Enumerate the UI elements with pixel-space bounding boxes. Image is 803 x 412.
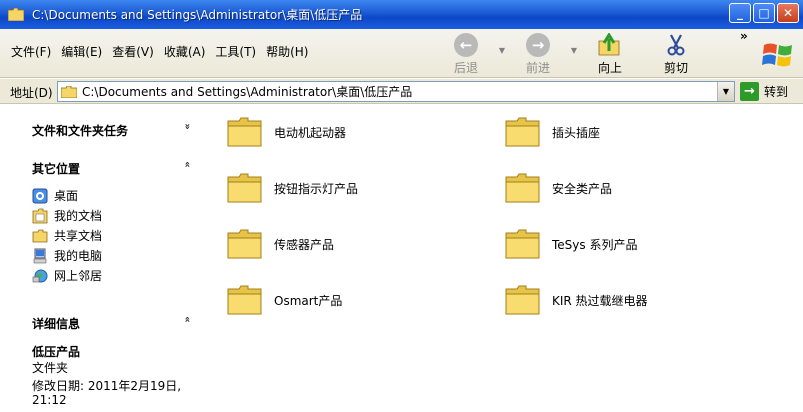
up-button[interactable]: 向上 (582, 29, 638, 78)
details-title: 详细信息 (32, 317, 81, 331)
up-label: 向上 (597, 61, 622, 75)
address-value: C:\Documents and Settings\Administrator\… (82, 85, 413, 99)
minimize-button[interactable]: _ (729, 3, 751, 23)
file-tasks-header[interactable]: 文件和文件夹任务 (32, 122, 128, 139)
back-dropdown[interactable]: ▼ (494, 29, 510, 78)
menu-toolbar-band: 文件(F) 编辑(E) 查看(V) 收藏(A) 工具(T) 帮助(H) ← 后退… (0, 29, 803, 78)
menu-view[interactable]: 查看(V) (107, 41, 159, 62)
folder-icon (505, 117, 540, 147)
folder-item[interactable]: KIR 热过载继电器 (504, 283, 648, 317)
menu-tools[interactable]: 工具(T) (210, 41, 261, 62)
place-label: 桌面 (54, 189, 79, 203)
place-link-shared-documents[interactable]: 共享文档 (32, 227, 102, 244)
folder-icon (227, 229, 262, 259)
title-bar: C:\Documents and Settings\Administrator\… (0, 0, 803, 29)
place-label: 我的电脑 (54, 249, 103, 263)
folder-icon (505, 229, 540, 259)
cut-button[interactable]: 剪切 (648, 29, 704, 78)
folder-item[interactable]: 安全类产品 (504, 171, 612, 205)
file-tasks-title: 文件和文件夹任务 (32, 124, 129, 138)
place-link-network[interactable]: 网上邻居 (32, 267, 102, 284)
folder-label: 插头插座 (552, 125, 601, 140)
folder-icon (505, 173, 540, 203)
folder-label: 安全类产品 (552, 181, 613, 196)
go-arrow-icon: → (740, 82, 759, 101)
folder-item[interactable]: 按钮指示灯产品 (226, 171, 358, 205)
details-modified-time: 21:12 (32, 393, 67, 407)
folder-icon (227, 173, 262, 203)
folder-up-icon (598, 33, 620, 56)
other-places-header[interactable]: 其它位置 (32, 160, 80, 177)
forward-arrow-icon: → (526, 33, 550, 57)
details-type: 文件夹 (32, 361, 69, 375)
folder-item[interactable]: TeSys 系列产品 (504, 227, 637, 261)
folder-label: KIR 热过载继电器 (552, 293, 648, 308)
menu-file[interactable]: 文件(F) (6, 41, 56, 62)
address-bar: 地址(D) C:\Documents and Settings\Administ… (0, 79, 803, 104)
address-input[interactable]: C:\Documents and Settings\Administrator\… (57, 81, 735, 102)
folder-icon (227, 285, 262, 315)
menu-favorites[interactable]: 收藏(A) (159, 41, 211, 62)
place-label: 共享文档 (54, 229, 103, 243)
place-link-my-computer[interactable]: 我的电脑 (32, 247, 102, 264)
place-label: 我的文档 (54, 209, 103, 223)
folder-view: 电动机起动器 插头插座 按钮指示灯产品 安全类产品 传感器产品 TeSys 系列… (210, 105, 803, 412)
windows-logo-icon (762, 43, 792, 67)
folder-icon (61, 85, 77, 98)
place-label: 网上邻居 (54, 269, 103, 283)
computer-icon (33, 248, 47, 263)
folder-icon (8, 8, 24, 21)
folder-label: 按钮指示灯产品 (274, 181, 359, 196)
documents-icon (32, 208, 48, 223)
task-pane: 文件和文件夹任务 » 其它位置 « 桌面 我的文档 共享文档 我的电脑 网上邻居… (0, 105, 210, 412)
network-icon (32, 269, 48, 282)
toolbar-more-chevron[interactable]: » (740, 29, 748, 43)
folder-icon (32, 229, 48, 242)
folder-item[interactable]: 电动机起动器 (226, 115, 346, 149)
cut-label: 剪切 (663, 61, 688, 75)
go-button[interactable]: → 转到 (740, 82, 788, 101)
menu-edit[interactable]: 编辑(E) (56, 41, 107, 62)
folder-item[interactable]: 传感器产品 (226, 227, 334, 261)
details-name: 低压产品 (32, 345, 81, 359)
folder-label: 传感器产品 (274, 237, 335, 252)
forward-button[interactable]: → 前进 (510, 29, 566, 78)
address-dropdown[interactable]: ▼ (717, 82, 734, 101)
back-button[interactable]: ← 后退 (438, 29, 494, 78)
details-modified: 修改日期: 2011年2月19日, (32, 379, 182, 393)
folder-item[interactable]: 插头插座 (504, 115, 600, 149)
collapse-chevron-icon[interactable]: « (182, 161, 193, 167)
back-arrow-icon: ← (454, 33, 478, 57)
window-controls: _ □ ✕ (729, 3, 799, 23)
folder-item[interactable]: Osmart产品 (226, 283, 342, 317)
folder-icon (505, 285, 540, 315)
scissors-icon (667, 34, 685, 56)
toolbar: ← 后退 ▼ → 前进 ▼ 向上 剪切 (438, 29, 704, 78)
go-label: 转到 (764, 85, 789, 99)
other-places-title: 其它位置 (32, 162, 81, 176)
maximize-button[interactable]: □ (753, 3, 775, 23)
desktop-icon (32, 188, 48, 203)
collapse-chevron-icon[interactable]: « (182, 316, 193, 322)
folder-icon (227, 117, 262, 147)
folder-label: Osmart产品 (274, 293, 343, 308)
forward-label: 前进 (525, 61, 550, 75)
details-header[interactable]: 详细信息 (32, 315, 80, 332)
folder-label: 电动机起动器 (274, 125, 347, 140)
close-button[interactable]: ✕ (777, 3, 799, 23)
folder-label: TeSys 系列产品 (552, 237, 638, 252)
back-label: 后退 (453, 61, 478, 75)
window-title: C:\Documents and Settings\Administrator\… (32, 8, 363, 22)
place-link-desktop[interactable]: 桌面 (32, 187, 78, 204)
address-label: 地址(D) (10, 86, 53, 100)
menu-bar: 文件(F) 编辑(E) 查看(V) 收藏(A) 工具(T) 帮助(H) (6, 41, 313, 62)
place-link-my-documents[interactable]: 我的文档 (32, 207, 102, 224)
forward-dropdown[interactable]: ▼ (566, 29, 582, 78)
expand-chevron-icon[interactable]: » (182, 123, 193, 129)
menu-help[interactable]: 帮助(H) (261, 41, 313, 62)
